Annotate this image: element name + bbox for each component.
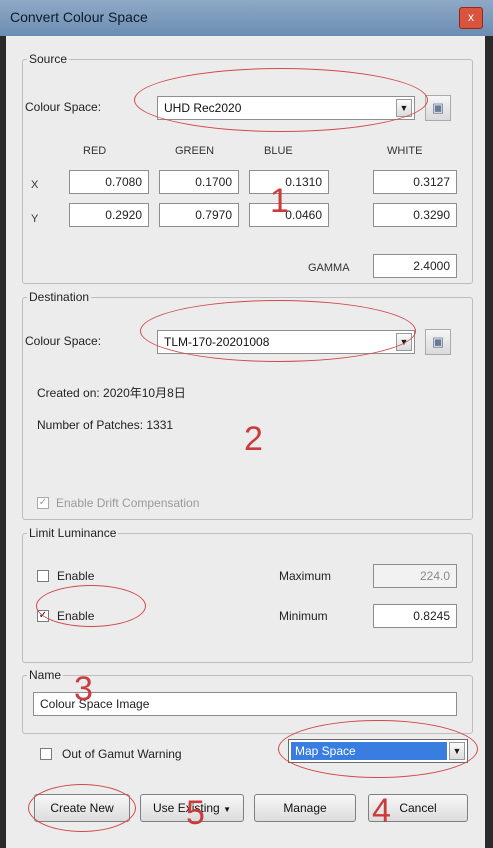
created-on-text: Created on: 2020年10月8日	[37, 386, 186, 400]
destination-save-button[interactable]: ▣	[425, 329, 451, 355]
background-edge-right	[485, 36, 493, 848]
drift-compensation-label: Enable Drift Compensation	[56, 496, 200, 510]
annotation-number-4: 4	[372, 792, 391, 830]
save-icon: ▣	[431, 334, 445, 349]
y-white-field[interactable]: 0.3290	[373, 203, 457, 227]
chevron-down-icon[interactable]: ▼	[449, 742, 465, 760]
destination-colour-space-value: TLM-170-20201008	[164, 335, 270, 349]
number-of-patches-text: Number of Patches: 1331	[37, 418, 174, 432]
drift-compensation-checkbox[interactable]: ✓	[37, 497, 49, 509]
limit-luminance-legend: Limit Luminance	[29, 526, 117, 540]
destination-colour-space-select[interactable]: TLM-170-20201008 ▼	[157, 330, 415, 354]
gamut-mode-select[interactable]: Map Space ▼	[288, 739, 468, 763]
limit-luminance-group: Limit Luminance Enable Maximum 224.0 ✓ E…	[22, 526, 473, 663]
chevron-down-icon[interactable]: ▼	[396, 333, 412, 351]
source-colour-space-label: Colour Space:	[25, 100, 102, 114]
enable-minimum-label: Enable	[57, 609, 95, 623]
col-red-header: RED	[83, 145, 107, 157]
x-green-field[interactable]: 0.1700	[159, 170, 239, 194]
row-y-label: Y	[31, 213, 39, 225]
title-bar: Convert Colour Space x	[0, 0, 493, 36]
out-of-gamut-label: Out of Gamut Warning	[62, 747, 182, 761]
background-edge-left	[0, 36, 6, 848]
enable-minimum-checkbox[interactable]: ✓	[37, 610, 49, 622]
maximum-label: Maximum	[279, 569, 332, 583]
create-new-button[interactable]: Create New	[34, 794, 130, 822]
manage-button[interactable]: Manage	[254, 794, 356, 822]
gamma-field[interactable]: 2.4000	[373, 254, 457, 278]
annotation-number-3: 3	[74, 670, 93, 708]
out-of-gamut-checkbox[interactable]	[40, 748, 52, 760]
source-group: Source Colour Space: UHD Rec2020 ▼ ▣ RED…	[22, 52, 473, 284]
source-save-button[interactable]: ▣	[425, 95, 451, 121]
dialog-body: Source Colour Space: UHD Rec2020 ▼ ▣ RED…	[10, 36, 483, 848]
col-blue-header: BLUE	[264, 145, 293, 157]
window-title: Convert Colour Space	[10, 9, 148, 25]
col-green-header: GREEN	[175, 145, 215, 157]
close-button[interactable]: x	[459, 7, 483, 29]
name-legend: Name	[29, 668, 62, 682]
x-blue-field[interactable]: 0.1310	[249, 170, 329, 194]
source-colour-space-value: UHD Rec2020	[164, 101, 242, 115]
col-white-header: WHITE	[387, 145, 423, 157]
annotation-number-5: 5	[186, 794, 205, 832]
gamma-label: GAMMA	[308, 262, 350, 274]
save-icon: ▣	[431, 100, 445, 115]
y-green-field[interactable]: 0.7970	[159, 203, 239, 227]
y-red-field[interactable]: 0.2920	[69, 203, 149, 227]
dropdown-arrow-icon: ▼	[223, 805, 231, 814]
minimum-label: Minimum	[279, 609, 328, 623]
destination-colour-space-label: Colour Space:	[25, 334, 102, 348]
enable-maximum-checkbox[interactable]	[37, 570, 49, 582]
enable-maximum-label: Enable	[57, 569, 95, 583]
destination-group: Destination Colour Space: TLM-170-202010…	[22, 290, 473, 520]
maximum-field[interactable]: 224.0	[373, 564, 457, 588]
convert-colour-space-dialog: Convert Colour Space x Source Colour Spa…	[0, 0, 493, 848]
annotation-number-2: 2	[244, 420, 263, 458]
x-white-field[interactable]: 0.3127	[373, 170, 457, 194]
name-input[interactable]: Colour Space Image	[33, 692, 457, 716]
minimum-field[interactable]: 0.8245	[373, 604, 457, 628]
source-legend: Source	[29, 52, 68, 66]
source-colour-space-select[interactable]: UHD Rec2020 ▼	[157, 96, 415, 120]
gamut-mode-value: Map Space	[295, 744, 356, 758]
annotation-number-1: 1	[270, 182, 289, 220]
chevron-down-icon[interactable]: ▼	[396, 99, 412, 117]
y-blue-field[interactable]: 0.0460	[249, 203, 329, 227]
x-red-field[interactable]: 0.7080	[69, 170, 149, 194]
destination-legend: Destination	[29, 290, 90, 304]
row-x-label: X	[31, 179, 39, 191]
